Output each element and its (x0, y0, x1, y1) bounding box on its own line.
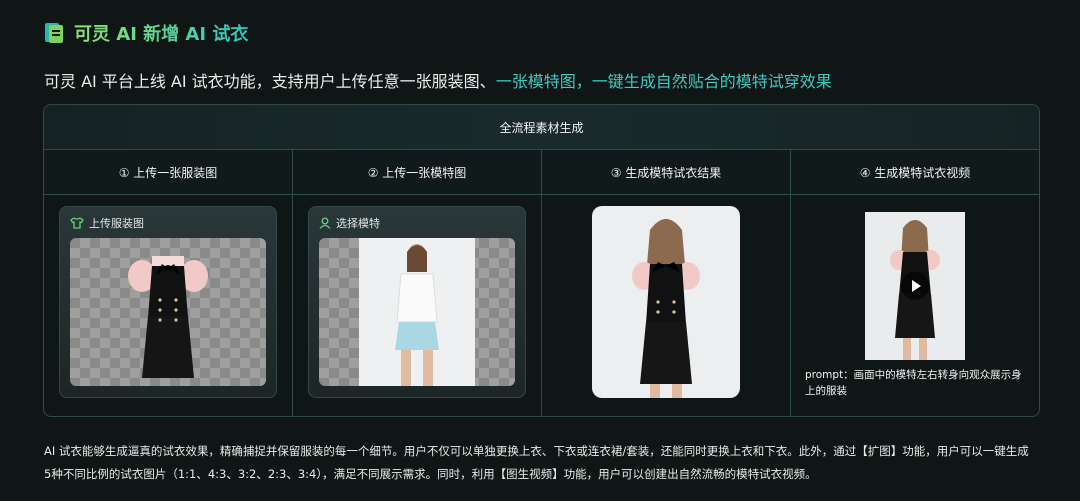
model-image (319, 238, 515, 386)
shirt-icon (70, 217, 84, 229)
video-prompt-text: prompt：画面中的模特左右转身向观众展示身上的服装 (805, 369, 1022, 397)
step-column-4: ④ 生成模特试衣视频 prompt：画面中的模特左右转身向观众展示身上的服装 (791, 150, 1039, 416)
page-title: 可灵 AI 新增 AI 试衣 (74, 20, 248, 46)
step-column-3: ③ 生成模特试衣结果 (542, 150, 791, 416)
step-label-2: ② 上传一张模特图 (293, 150, 541, 195)
card-label-garment: 上传服装图 (89, 217, 144, 230)
page-subtitle: 可灵 AI 平台上线 AI 试衣功能，支持用户上传任意一张服装图、一张模特图，一… (44, 68, 832, 92)
step-label-3: ③ 生成模特试衣结果 (542, 150, 790, 195)
page-title-row: 可灵 AI 新增 AI 试衣 (44, 20, 248, 46)
subtitle-highlight: 一张模特图，一键生成自然贴合的模特试穿效果 (495, 72, 832, 91)
select-model-card[interactable]: 选择模特 (308, 206, 526, 398)
subtitle-plain: 可灵 AI 平台上线 AI 试衣功能，支持用户上传任意一张服装图、 (44, 72, 496, 91)
video-preview[interactable] (865, 212, 965, 360)
step-column-1: ① 上传一张服装图 上传服装图 (44, 150, 293, 416)
workflow-panel: 全流程素材生成 ① 上传一张服装图 上传服装图 ② 上传一张模特图 选择模特 ③… (43, 104, 1040, 417)
panel-title: 全流程素材生成 (44, 105, 1039, 150)
step-label-4: ④ 生成模特试衣视频 (791, 150, 1039, 195)
step-label-1: ① 上传一张服装图 (44, 150, 292, 195)
description-paragraph: AI 试衣能够生成逼真的试衣效果，精确捕捉并保留服装的每一个细节。用户不仅可以单… (44, 444, 1029, 481)
person-icon (319, 217, 331, 229)
document-icon (44, 22, 64, 44)
upload-garment-card[interactable]: 上传服装图 (59, 206, 277, 398)
card-label-model: 选择模特 (336, 217, 380, 230)
garment-image (70, 238, 266, 386)
result-image (592, 206, 740, 398)
play-icon[interactable] (901, 272, 929, 300)
step-column-2: ② 上传一张模特图 选择模特 (293, 150, 542, 416)
